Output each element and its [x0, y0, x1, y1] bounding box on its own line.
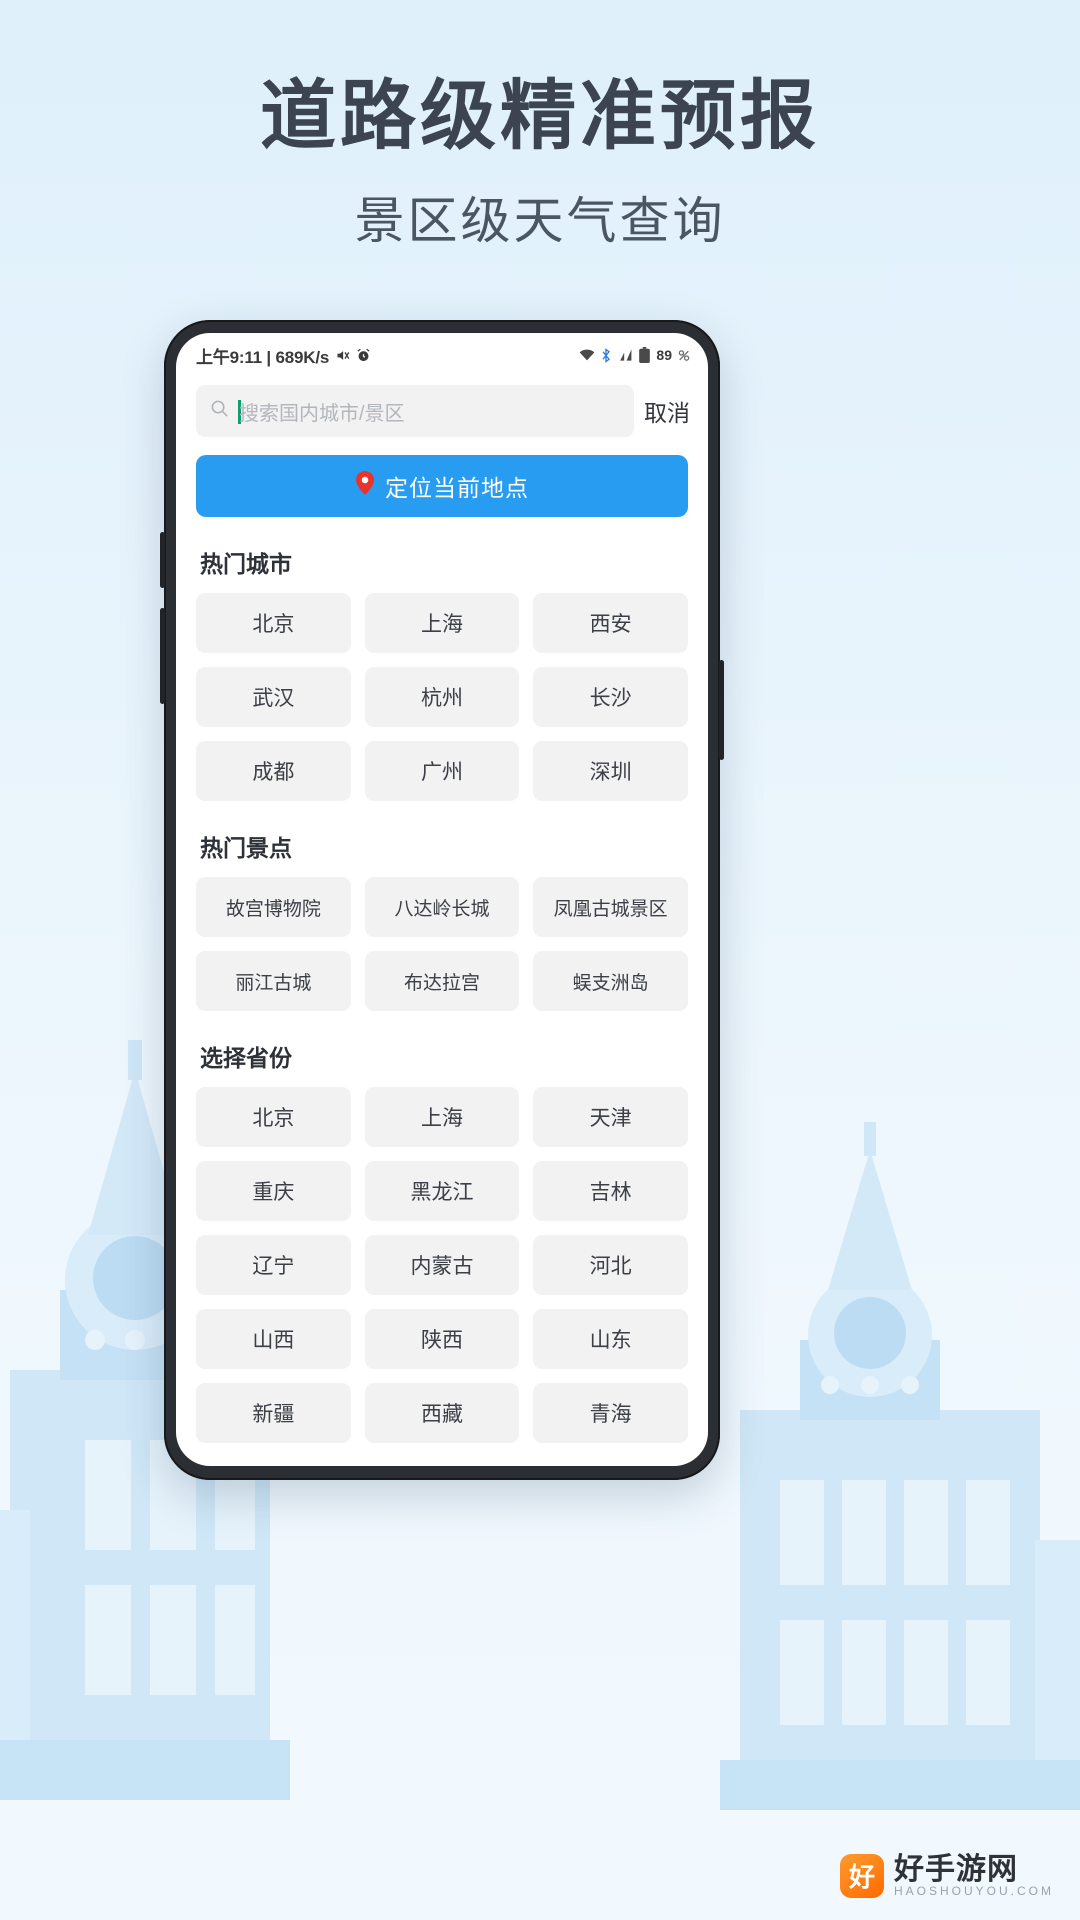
promo-subheadline: 景区级天气查询: [354, 193, 726, 250]
chip-city[interactable]: 西安: [533, 593, 688, 653]
site-watermark: 好 好手游网 HAOSHOUYOU.COM: [839, 1853, 1054, 1898]
search-placeholder: 搜索国内城市/景区: [238, 397, 405, 426]
chip-grid-provinces: 北京 上海 天津 重庆 黑龙江 吉林 辽宁 内蒙古 河北 山西 陕西 山东 新疆…: [196, 1087, 688, 1443]
chip-province[interactable]: 青海: [533, 1383, 688, 1443]
chip-grid-hot-cities: 北京 上海 西安 武汉 杭州 长沙 成都 广州 深圳: [196, 593, 688, 801]
chip-province[interactable]: 天津: [533, 1087, 688, 1147]
chip-province[interactable]: 北京: [196, 1087, 351, 1147]
chip-attraction[interactable]: 布达拉宫: [364, 951, 520, 1011]
chip-province[interactable]: 重庆: [196, 1161, 351, 1221]
alarm-icon: [356, 348, 371, 363]
section-title-provinces: 选择省份: [200, 1045, 292, 1071]
search-icon: [210, 399, 229, 423]
chip-province[interactable]: 新疆: [196, 1383, 351, 1443]
chip-city[interactable]: 北京: [196, 593, 351, 653]
promo-header: 道路级精准预报 景区级天气查询: [0, 74, 1080, 253]
chip-city[interactable]: 成都: [196, 741, 351, 801]
chip-attraction[interactable]: 凤凰古城景区: [533, 877, 688, 937]
chip-province[interactable]: 内蒙古: [364, 1235, 520, 1295]
chip-city[interactable]: 深圳: [533, 741, 688, 801]
chip-grid-hot-spots: 故宫博物院 八达岭长城 凤凰古城景区 丽江古城 布达拉宫 蜈支洲岛: [196, 877, 688, 1011]
chip-attraction[interactable]: 故宫博物院: [196, 877, 351, 937]
watermark-text: 好手游网 HAOSHOUYOU.COM: [894, 1854, 1054, 1898]
chip-province[interactable]: 黑龙江: [364, 1161, 520, 1221]
chip-city[interactable]: 长沙: [533, 667, 688, 727]
section-title-hot-cities: 热门城市: [200, 551, 292, 577]
chip-city[interactable]: 广州: [364, 741, 520, 801]
chip-province[interactable]: 辽宁: [196, 1235, 351, 1295]
status-time: 上午9:11 | 689K/s: [196, 347, 330, 367]
promo-headline: 道路级精准预报: [260, 74, 820, 159]
volume-button[interactable]: [160, 532, 165, 588]
chip-province[interactable]: 吉林: [533, 1161, 688, 1221]
right-building-silhouette: [720, 1122, 1080, 1810]
watermark-site-name: 好手游网: [893, 1852, 1018, 1886]
phone-screen: 上午9:11 | 689K/s 89 搜索国内城市/景区 取消 定位当前地点 热…: [176, 333, 708, 1466]
side-button[interactable]: [719, 660, 724, 760]
chip-city[interactable]: 上海: [364, 593, 520, 653]
city-picker-content[interactable]: 定位当前地点 热门城市 北京 上海 西安 武汉 杭州 长沙 成都 广州 深圳 热…: [176, 447, 708, 1466]
status-bar-left: 上午9:11 | 689K/s: [196, 343, 371, 368]
chip-city[interactable]: 武汉: [196, 667, 351, 727]
percent-icon: [678, 349, 690, 362]
power-button[interactable]: [160, 608, 165, 704]
chip-city[interactable]: 杭州: [364, 667, 520, 727]
phone-mockup: 上午9:11 | 689K/s 89 搜索国内城市/景区 取消 定位当前地点 热…: [160, 320, 724, 1480]
chip-attraction[interactable]: 八达岭长城: [364, 877, 520, 937]
mute-icon: [335, 348, 350, 363]
watermark-logo-icon: 好: [839, 1853, 884, 1898]
battery-icon: [639, 347, 651, 363]
status-bar-right: 89: [579, 347, 690, 363]
section-title-hot-spots: 热门景点: [200, 835, 292, 861]
chip-province[interactable]: 上海: [364, 1087, 520, 1147]
chip-province[interactable]: 西藏: [364, 1383, 520, 1443]
chip-province[interactable]: 陕西: [364, 1309, 520, 1369]
chip-province[interactable]: 河北: [533, 1235, 688, 1295]
cancel-button[interactable]: 取消: [644, 394, 690, 428]
locate-current-position-button[interactable]: 定位当前地点: [196, 455, 688, 517]
locate-button-label: 定位当前地点: [385, 475, 529, 501]
chip-attraction[interactable]: 蜈支洲岛: [533, 951, 688, 1011]
chip-province[interactable]: 山西: [196, 1309, 351, 1369]
search-row: 搜索国内城市/景区 取消: [176, 377, 708, 447]
status-bar: 上午9:11 | 689K/s 89: [176, 333, 708, 377]
battery-level: 89: [656, 347, 672, 363]
chip-attraction[interactable]: 丽江古城: [196, 951, 351, 1011]
watermark-site-url: HAOSHOUYOU.COM: [893, 1884, 1054, 1899]
wifi-icon: [579, 348, 595, 362]
bluetooth-icon: [601, 347, 611, 363]
location-pin-icon: [355, 471, 375, 501]
search-input[interactable]: 搜索国内城市/景区: [196, 385, 634, 437]
signal-icon: [617, 348, 633, 362]
search-placeholder-text: 搜索国内城市/景区: [239, 402, 405, 425]
chip-province[interactable]: 山东: [533, 1309, 688, 1369]
